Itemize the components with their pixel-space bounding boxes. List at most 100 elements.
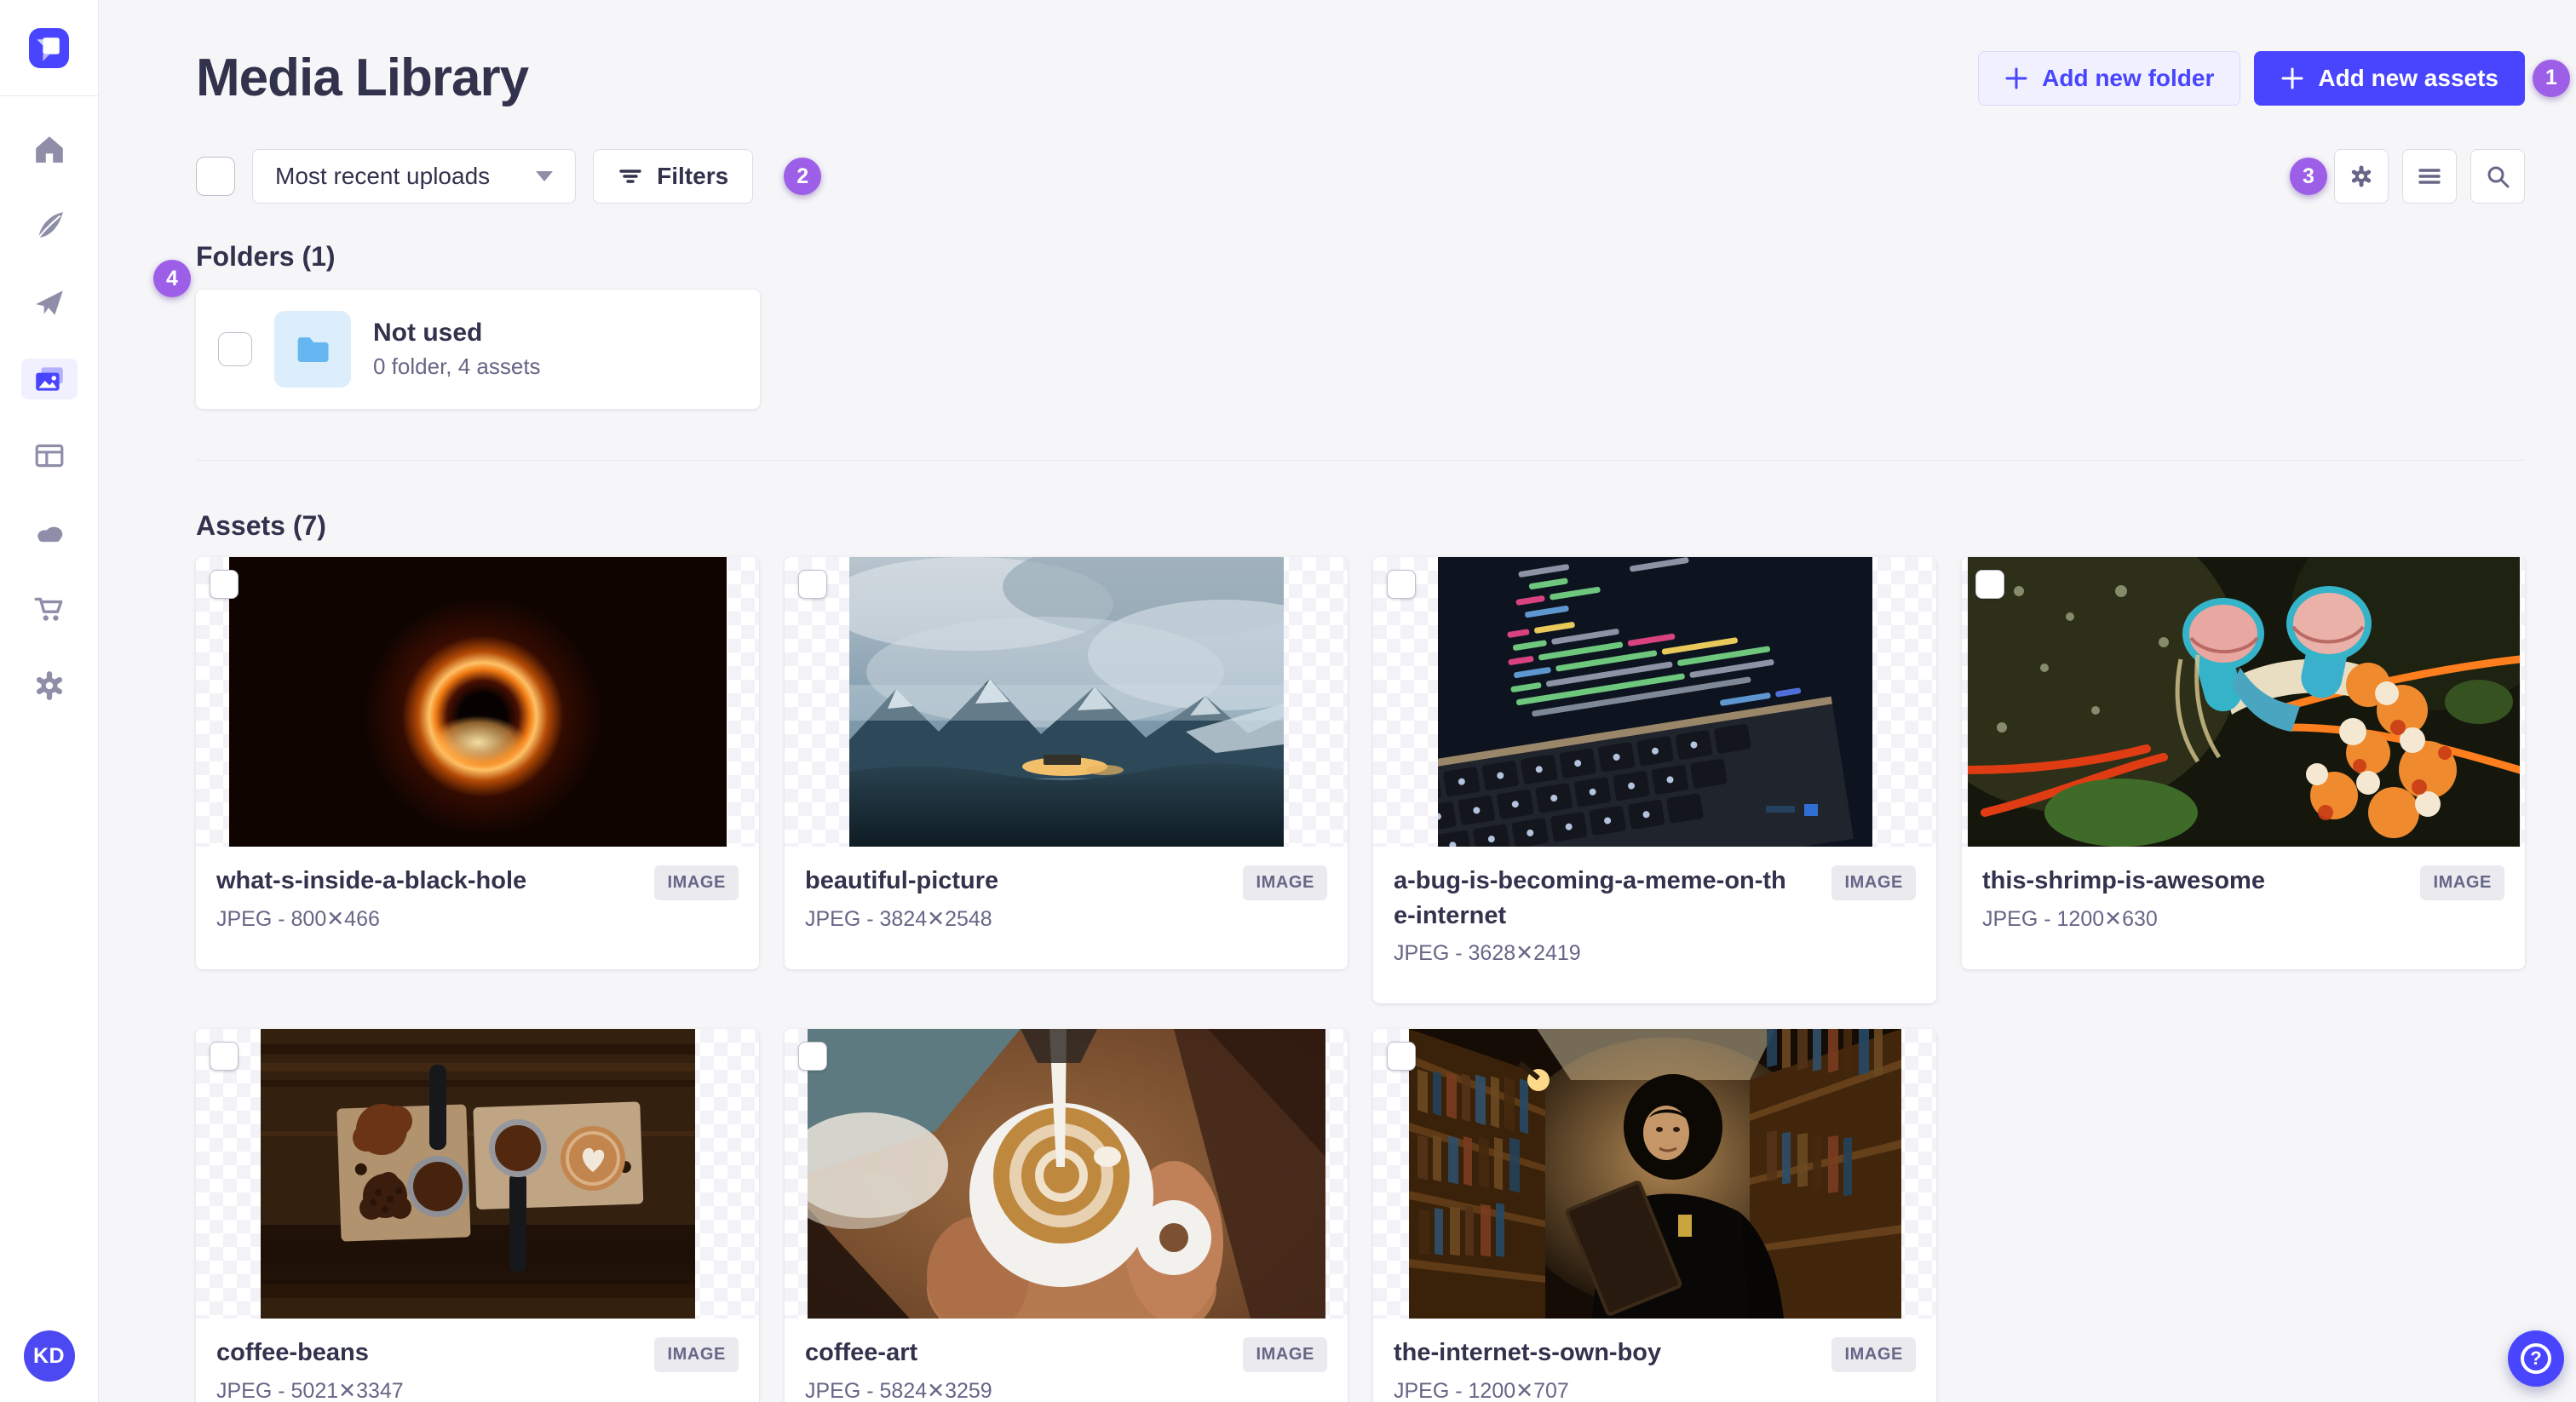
- folder-checkbox[interactable]: [218, 332, 252, 366]
- filter-icon: [619, 170, 641, 183]
- search-button[interactable]: [2470, 149, 2525, 204]
- asset-card[interactable]: coffee-art JPEG - 5824✕3259 IMAGE: [785, 1029, 1348, 1402]
- folders-heading: Folders (1): [196, 241, 336, 272]
- annotation-step-4: 4: [153, 260, 191, 297]
- sidebar-item-home[interactable]: [21, 129, 78, 170]
- sidebar-item-releases[interactable]: [21, 282, 78, 323]
- page-header: Media Library Add new folder Add new ass…: [196, 48, 2570, 108]
- sidebar-item-marketplace[interactable]: [21, 589, 78, 629]
- gear-icon: [2351, 165, 2372, 187]
- asset-checkbox[interactable]: [210, 570, 239, 599]
- asset-name: this-shrimp-is-awesome: [1982, 867, 2265, 894]
- cloud-icon: [37, 526, 62, 543]
- question-mark-icon: ?: [2521, 1343, 2551, 1374]
- header-actions: Add new folder Add new assets 1: [1978, 50, 2570, 106]
- home-icon: [35, 136, 63, 163]
- sidebar-item-settings[interactable]: [21, 665, 78, 706]
- assets-section: Assets (7) what-s-inside-a-black-hole JP…: [196, 510, 2525, 1402]
- asset-type-badge: IMAGE: [1243, 865, 1327, 900]
- gear-icon: [36, 671, 62, 700]
- asset-checkbox[interactable]: [1387, 570, 1416, 599]
- asset-thumbnail-area: [1962, 557, 2525, 847]
- asset-checkbox[interactable]: [798, 570, 827, 599]
- filters-button[interactable]: Filters: [593, 149, 754, 204]
- asset-checkbox[interactable]: [1387, 1042, 1416, 1072]
- plus-icon: [2281, 67, 2303, 89]
- sidebar-divider: [0, 95, 99, 96]
- cart-icon: [33, 597, 62, 621]
- folder-card[interactable]: Not used 0 folder, 4 assets: [196, 290, 760, 409]
- asset-card[interactable]: coffee-beans JPEG - 5021✕3347 IMAGE: [196, 1029, 759, 1402]
- paper-plane-icon: [35, 290, 63, 315]
- media-library-icon: [35, 367, 63, 391]
- feather-icon: [37, 212, 63, 238]
- asset-card[interactable]: the-internet-s-own-boy JPEG - 1200✕707 I…: [1373, 1029, 1936, 1402]
- page-title: Media Library: [196, 49, 529, 107]
- asset-thumbnail-area: [196, 1029, 759, 1319]
- asset-info: coffee-art JPEG - 5824✕3259 IMAGE: [785, 1319, 1348, 1402]
- asset-info: this-shrimp-is-awesome JPEG - 1200✕630 I…: [1962, 847, 2525, 969]
- sidebar-item-media-library[interactable]: [20, 359, 78, 399]
- sidebar-item-deploy[interactable]: [21, 512, 78, 553]
- coffee-beans-image: [260, 1029, 695, 1319]
- asset-info: coffee-beans JPEG - 5021✕3347 IMAGE: [196, 1319, 759, 1402]
- sidebar-nav: [20, 129, 78, 742]
- asset-checkbox[interactable]: [1975, 570, 2004, 599]
- asset-meta: JPEG - 3628✕2419: [1394, 941, 1581, 966]
- plus-icon: [2005, 67, 2027, 89]
- asset-thumbnail-area: [785, 557, 1348, 847]
- add-new-assets-label: Add new assets: [2318, 64, 2498, 91]
- asset-type-badge: IMAGE: [654, 1337, 739, 1373]
- code-laptop-image: [1437, 557, 1872, 847]
- asset-card[interactable]: what-s-inside-a-black-hole JPEG - 800✕46…: [196, 557, 759, 969]
- add-new-folder-button[interactable]: Add new folder: [1978, 50, 2241, 106]
- toolbar: Most recent uploads Filters 2 3: [196, 149, 2525, 204]
- asset-thumbnail-area: [1373, 557, 1936, 847]
- sidebar: KD: [0, 0, 99, 1402]
- asset-meta: JPEG - 5824✕3259: [805, 1378, 992, 1402]
- sort-dropdown-value: Most recent uploads: [275, 163, 491, 189]
- folders-section: 4 Folders (1) Not used 0 folder, 4 asset…: [153, 241, 2525, 409]
- asset-thumbnail-area: [196, 557, 759, 847]
- library-portrait-image: [1408, 1029, 1901, 1319]
- user-avatar[interactable]: KD: [23, 1330, 75, 1382]
- sidebar-item-content-type-builder[interactable]: [21, 435, 78, 476]
- asset-thumbnail-area: [1373, 1029, 1936, 1319]
- asset-type-badge: IMAGE: [654, 865, 739, 900]
- asset-meta: JPEG - 3824✕2548: [805, 906, 992, 931]
- annotation-step-3: 3: [2290, 158, 2327, 195]
- asset-checkbox[interactable]: [798, 1042, 827, 1072]
- list-view-button[interactable]: [2402, 149, 2457, 204]
- asset-card[interactable]: a-bug-is-becoming-a-meme-on-the-internet…: [1373, 557, 1936, 1004]
- help-button[interactable]: ?: [2508, 1330, 2564, 1387]
- strapi-logo[interactable]: [29, 28, 69, 68]
- asset-meta: JPEG - 1200✕707: [1394, 1378, 1569, 1402]
- strapi-logo-icon: [37, 37, 60, 61]
- search-icon: [2487, 166, 2510, 188]
- list-icon: [2418, 169, 2441, 184]
- asset-name: coffee-beans: [216, 1339, 369, 1367]
- asset-thumbnail-area: [785, 1029, 1348, 1319]
- asset-meta: JPEG - 800✕466: [216, 906, 380, 931]
- chevron-down-icon: [536, 171, 554, 181]
- media-settings-button[interactable]: [2334, 149, 2389, 204]
- mountains-image: [848, 557, 1284, 847]
- sort-dropdown[interactable]: Most recent uploads: [252, 149, 577, 204]
- asset-info: what-s-inside-a-black-hole JPEG - 800✕46…: [196, 847, 759, 969]
- asset-card[interactable]: beautiful-picture JPEG - 3824✕2548 IMAGE: [785, 557, 1348, 969]
- asset-info: beautiful-picture JPEG - 3824✕2548 IMAGE: [785, 847, 1348, 969]
- asset-name: beautiful-picture: [805, 867, 999, 894]
- asset-name: coffee-art: [805, 1339, 918, 1367]
- folder-meta: 0 folder, 4 assets: [373, 353, 541, 379]
- asset-type-badge: IMAGE: [2420, 865, 2504, 900]
- add-new-assets-button[interactable]: Add new assets: [2254, 50, 2525, 106]
- filters-label: Filters: [657, 163, 729, 189]
- asset-meta: JPEG - 5021✕3347: [216, 1378, 404, 1402]
- asset-type-badge: IMAGE: [1243, 1337, 1327, 1373]
- sidebar-item-content-manager[interactable]: [21, 205, 78, 246]
- folder-texts: Not used 0 folder, 4 assets: [373, 319, 541, 380]
- asset-checkbox[interactable]: [210, 1042, 239, 1072]
- asset-card[interactable]: this-shrimp-is-awesome JPEG - 1200✕630 I…: [1962, 557, 2525, 969]
- select-all-checkbox[interactable]: [196, 157, 235, 196]
- annotation-step-1: 1: [2533, 59, 2570, 97]
